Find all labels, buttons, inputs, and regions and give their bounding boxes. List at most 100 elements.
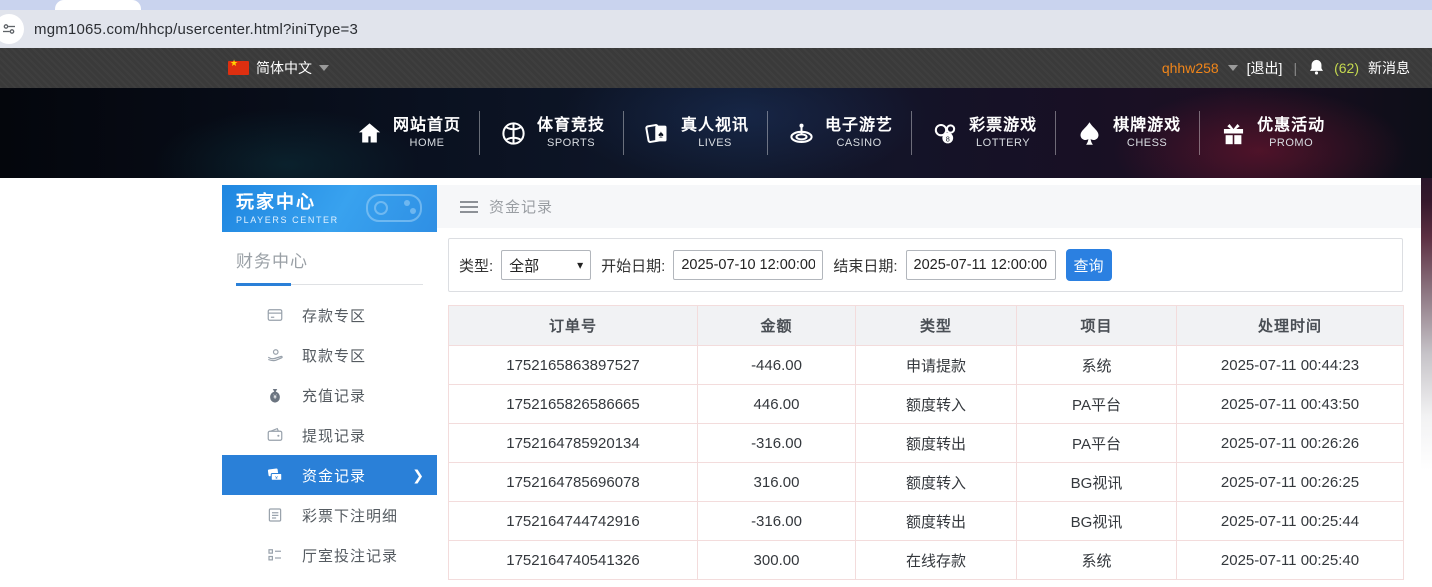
table-row: 1752165863897527-446.00申请提款系统2025-07-11 … bbox=[449, 346, 1404, 385]
nav-separator bbox=[1055, 111, 1056, 155]
sidebar-item-room-bet-records[interactable]: 厅室投注记录 ❯ bbox=[222, 535, 437, 575]
start-date-input[interactable] bbox=[673, 250, 823, 280]
type-select[interactable]: 全部 ▾ bbox=[501, 250, 591, 280]
processed-time-cell: 2025-07-11 00:44:23 bbox=[1177, 346, 1404, 385]
list-icon bbox=[265, 545, 285, 565]
table-header-row: 订单号金额类型项目处理时间 bbox=[449, 306, 1404, 346]
basketball-icon bbox=[498, 118, 528, 148]
start-date-label: 开始日期: bbox=[601, 255, 665, 276]
site-settings-icon[interactable] bbox=[0, 14, 24, 44]
content-wrapper: 玩家中心 PLAYERS CENTER 财务中心 存款专区 ❯ 取款专区 ❯ ¥… bbox=[0, 178, 1421, 587]
moneybag-icon: ¥ bbox=[265, 385, 285, 405]
breadcrumb-bar: 资金记录 bbox=[437, 185, 1421, 228]
new-messages-link[interactable]: 新消息 bbox=[1368, 58, 1410, 78]
processed-time-cell: 2025-07-11 00:25:44 bbox=[1177, 502, 1404, 541]
china-flag-icon bbox=[228, 61, 249, 75]
order-id-cell: 1752164785920134 bbox=[449, 424, 698, 463]
browser-address-bar[interactable]: mgm1065.com/hhcp/usercenter.html?iniType… bbox=[0, 10, 1432, 48]
project-cell: PA平台 bbox=[1017, 424, 1177, 463]
bell-icon[interactable] bbox=[1308, 58, 1325, 79]
nav-item-casino[interactable]: 电子游艺 CASINO bbox=[773, 107, 906, 159]
table-row: 1752164744742916-316.00额度转出BG视讯2025-07-1… bbox=[449, 502, 1404, 541]
menu-icon[interactable] bbox=[460, 201, 478, 213]
nav-label-en: CASINO bbox=[825, 136, 893, 150]
svg-text:¥: ¥ bbox=[275, 475, 278, 481]
sidebar-item-label: 存款专区 bbox=[302, 305, 366, 326]
amount-cell: -446.00 bbox=[698, 346, 856, 385]
amount-cell: 300.00 bbox=[698, 541, 856, 580]
sidebar-item-recharge-records[interactable]: ¥ 充值记录 ❯ bbox=[222, 375, 437, 415]
sidebar-item-lottery-bet-details[interactable]: 彩票下注明细 ❯ bbox=[222, 495, 437, 535]
nav-separator bbox=[479, 111, 480, 155]
nav-label-zh: 电子游艺 bbox=[825, 116, 893, 136]
gamepad-icon bbox=[359, 189, 429, 229]
order-id-cell: 1752164740541326 bbox=[449, 541, 698, 580]
nav-item-lives[interactable]: ♠ 真人视讯 LIVES bbox=[629, 107, 762, 159]
type-cell: 额度转入 bbox=[856, 463, 1017, 502]
sidebar-item-label: 取款专区 bbox=[302, 345, 366, 366]
nav-label-en: LIVES bbox=[681, 136, 749, 150]
sidebar-item-label: 充值记录 bbox=[302, 385, 366, 406]
roulette-icon bbox=[786, 118, 816, 148]
message-count[interactable]: (62) bbox=[1334, 60, 1359, 76]
sidebar-item-deposit-zone[interactable]: 存款专区 ❯ bbox=[222, 295, 437, 335]
type-cell: 申请提款 bbox=[856, 346, 1017, 385]
column-header-order-id: 订单号 bbox=[449, 306, 698, 346]
sidebar-item-player-bet-report[interactable]: 玩家投注报表 ❯ bbox=[222, 575, 437, 587]
user-topbar: 简体中文 qhhw258 [退出] | (62) 新消息 bbox=[0, 48, 1432, 88]
type-label: 类型: bbox=[459, 255, 493, 276]
sidebar-item-label: 厅室投注记录 bbox=[302, 545, 398, 566]
nav-separator bbox=[767, 111, 768, 155]
language-selector[interactable]: 简体中文 bbox=[228, 58, 329, 78]
amount-cell: -316.00 bbox=[698, 424, 856, 463]
order-id-cell: 1752164785696078 bbox=[449, 463, 698, 502]
project-cell: 系统 bbox=[1017, 541, 1177, 580]
processed-time-cell: 2025-07-11 00:26:25 bbox=[1177, 463, 1404, 502]
order-id-cell: 1752164744742916 bbox=[449, 502, 698, 541]
amount-cell: -316.00 bbox=[698, 502, 856, 541]
playing-cards-icon: ♠ bbox=[642, 118, 672, 148]
finance-section-title: 财务中心 bbox=[236, 247, 423, 272]
page-title: 资金记录 bbox=[489, 196, 553, 217]
document-icon bbox=[265, 505, 285, 525]
project-cell: BG视讯 bbox=[1017, 463, 1177, 502]
nav-item-sports[interactable]: 体育竞技 SPORTS bbox=[485, 107, 618, 159]
sidebar-item-withdraw-zone[interactable]: 取款专区 ❯ bbox=[222, 335, 437, 375]
nav-item-home[interactable]: 网站首页 HOME bbox=[341, 107, 474, 159]
end-date-input[interactable] bbox=[906, 250, 1056, 280]
table-row: 1752164785920134-316.00额度转出PA平台2025-07-1… bbox=[449, 424, 1404, 463]
home-icon bbox=[354, 118, 384, 148]
end-date-label: 结束日期: bbox=[833, 255, 897, 276]
nav-item-chess[interactable]: 棋牌游戏 CHESS bbox=[1061, 107, 1194, 159]
sidebar-item-funds-records[interactable]: ¥ 资金记录 ❯ bbox=[222, 455, 437, 495]
username-link[interactable]: qhhw258 bbox=[1162, 60, 1219, 76]
chevron-down-icon[interactable] bbox=[1228, 65, 1238, 71]
nav-label-en: SPORTS bbox=[537, 136, 605, 150]
spade-icon bbox=[1074, 118, 1104, 148]
logout-link[interactable]: [退出] bbox=[1247, 58, 1283, 78]
browser-active-tab[interactable] bbox=[55, 0, 141, 10]
nav-label-zh: 体育竞技 bbox=[537, 116, 605, 136]
language-label: 简体中文 bbox=[256, 58, 312, 78]
address-url[interactable]: mgm1065.com/hhcp/usercenter.html?iniType… bbox=[34, 21, 358, 38]
sidebar-item-withdrawal-records[interactable]: 提现记录 ❯ bbox=[222, 415, 437, 455]
sidebar-menu: 存款专区 ❯ 取款专区 ❯ ¥ 充值记录 ❯ 提现记录 ❯ ¥ 资金记录 ❯ 彩… bbox=[222, 295, 437, 587]
order-id-cell: 1752165826586665 bbox=[449, 385, 698, 424]
nav-item-lottery[interactable]: 8 彩票游戏 LOTTERY bbox=[917, 107, 1050, 159]
table-row: 1752165826586665446.00额度转入PA平台2025-07-11… bbox=[449, 385, 1404, 424]
column-header-amount: 金额 bbox=[698, 306, 856, 346]
main-navigation: 网站首页 HOME 体育竞技 SPORTS ♠ 真人视讯 LIVES 电子游艺 … bbox=[0, 88, 1432, 178]
nav-separator bbox=[623, 111, 624, 155]
filter-panel: 类型: 全部 ▾ 开始日期: 结束日期: 查询 bbox=[448, 238, 1403, 292]
nav-label-en: HOME bbox=[393, 136, 461, 150]
query-button[interactable]: 查询 bbox=[1066, 249, 1112, 281]
project-cell: BG视讯 bbox=[1017, 502, 1177, 541]
column-header-type: 类型 bbox=[856, 306, 1017, 346]
nav-label-en: CHESS bbox=[1113, 136, 1181, 150]
project-cell: 系统 bbox=[1017, 346, 1177, 385]
nav-item-promo[interactable]: 优惠活动 PROMO bbox=[1205, 107, 1338, 159]
sidebar-item-label: 资金记录 bbox=[302, 465, 366, 486]
user-info-area: qhhw258 [退出] | (62) 新消息 bbox=[1162, 58, 1410, 79]
type-cell: 额度转入 bbox=[856, 385, 1017, 424]
wallet-icon bbox=[265, 425, 285, 445]
